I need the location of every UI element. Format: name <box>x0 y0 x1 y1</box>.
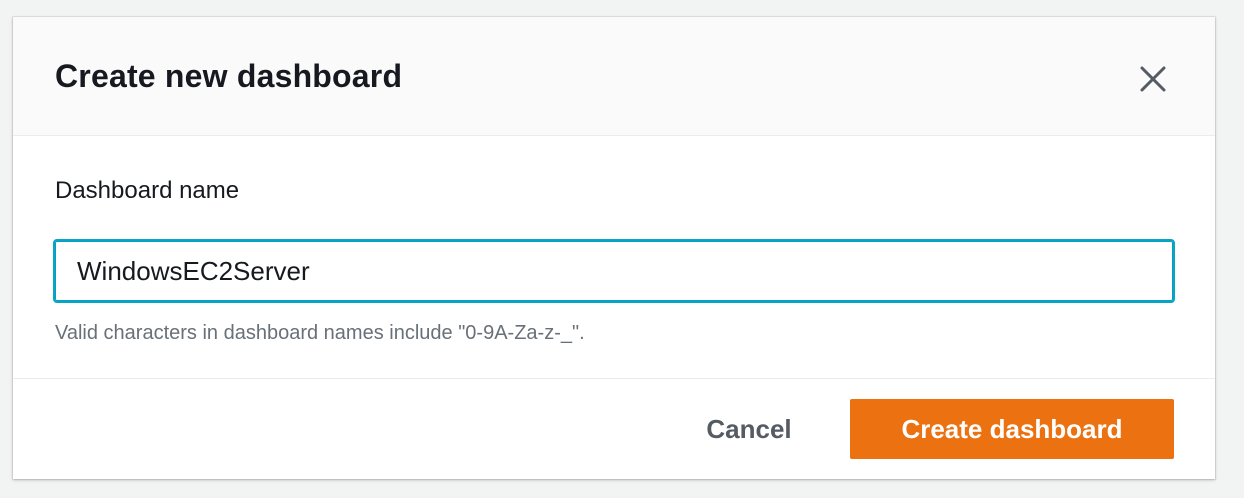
create-dashboard-modal: Create new dashboard Dashboard name Vali… <box>13 17 1215 479</box>
modal-title: Create new dashboard <box>55 58 403 94</box>
modal-header: Create new dashboard <box>13 17 1215 136</box>
close-icon <box>1140 66 1166 92</box>
close-button[interactable] <box>1137 63 1169 95</box>
modal-footer: Cancel Create dashboard <box>13 379 1215 479</box>
dashboard-name-label: Dashboard name <box>55 177 240 204</box>
dashboard-name-input[interactable] <box>53 239 1175 303</box>
modal-body: Dashboard name Valid characters in dashb… <box>13 136 1215 379</box>
dashboard-name-hint: Valid characters in dashboard names incl… <box>55 322 585 344</box>
create-dashboard-button[interactable]: Create dashboard <box>850 399 1174 459</box>
cancel-button[interactable]: Cancel <box>679 399 819 459</box>
